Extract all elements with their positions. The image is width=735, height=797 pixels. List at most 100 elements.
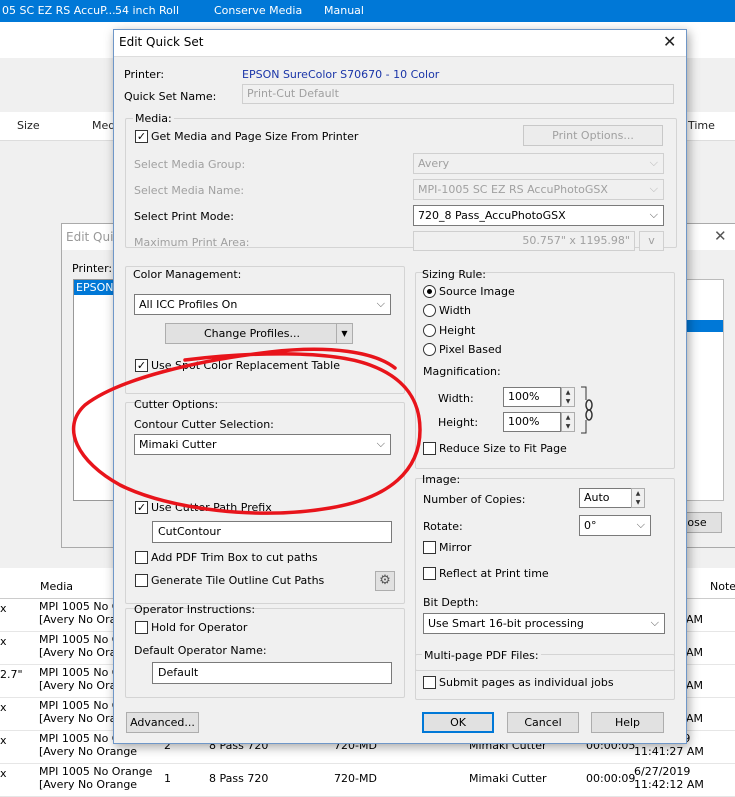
profiles-select[interactable]: All ICC Profiles On ⌵ bbox=[134, 294, 391, 315]
cancel-button[interactable]: Cancel bbox=[507, 712, 579, 733]
print-mode-value: 720_8 Pass_AccuPhotoGSX bbox=[418, 209, 566, 222]
get-media-label: Get Media and Page Size From Printer bbox=[151, 130, 359, 143]
copies-label: Number of Copies: bbox=[423, 493, 526, 506]
bg-conserve-cell: Conserve Media bbox=[214, 4, 303, 17]
row-date-cell: 6/27/2019 bbox=[634, 765, 691, 778]
media-name-select[interactable]: MPI-1005 SC EZ RS AccuPhotoGSX ⌵ bbox=[413, 179, 664, 200]
rotate-select[interactable]: 0° ⌵ bbox=[579, 515, 651, 536]
print-options-button[interactable]: Print Options... bbox=[523, 125, 663, 146]
row-size-cell: 2.7" bbox=[0, 668, 23, 681]
chevron-down-icon: ⌵ bbox=[649, 156, 658, 169]
mag-width-label: Width: bbox=[438, 392, 474, 405]
contour-cutter-value: Mimaki Cutter bbox=[139, 438, 217, 451]
col-time[interactable]: Time bbox=[688, 119, 715, 132]
mag-height-field[interactable]: 100% bbox=[503, 412, 561, 432]
background-close-icon[interactable]: ✕ bbox=[714, 227, 727, 245]
chevron-down-icon: ⌵ bbox=[376, 297, 385, 310]
background-close-button-label: ose bbox=[687, 516, 707, 529]
background-printer-list[interactable]: EPSON bbox=[73, 279, 117, 501]
chevron-down-icon: ⌵ bbox=[649, 182, 658, 195]
media-name-label: Select Media Name: bbox=[134, 184, 245, 197]
gear-icon[interactable]: ⚙ bbox=[375, 571, 395, 591]
col-notes[interactable]: Note bbox=[710, 580, 735, 593]
cutter-prefix-label: Use Cutter Path Prefix bbox=[151, 501, 272, 514]
sizing-source-radio[interactable] bbox=[423, 285, 436, 298]
cutter-options-title: Cutter Options: bbox=[134, 398, 219, 411]
row-time-cell: 11:42:12 AM bbox=[634, 778, 704, 791]
cutter-prefix-checkbox[interactable]: ✓ bbox=[135, 501, 148, 514]
col-media[interactable]: Media bbox=[40, 580, 73, 593]
copies-spinner[interactable]: ▲ ▼ bbox=[631, 488, 645, 508]
bitdepth-label: Bit Depth: bbox=[423, 596, 479, 609]
contour-cutter-select[interactable]: Mimaki Cutter ⌵ bbox=[134, 434, 391, 455]
profiles-value: All ICC Profiles On bbox=[139, 298, 238, 311]
print-mode-select[interactable]: 720_8 Pass_AccuPhotoGSX ⌵ bbox=[413, 205, 664, 226]
rotate-value: 0° bbox=[584, 519, 597, 532]
bg-manual-cell: Manual bbox=[324, 4, 364, 17]
media-group-select[interactable]: Avery ⌵ bbox=[413, 153, 664, 174]
change-profiles-dropdown-icon[interactable]: ▼ bbox=[336, 323, 353, 344]
background-printer-label: Printer: bbox=[72, 262, 113, 275]
row-mode2-cell: 720-MD bbox=[334, 772, 377, 785]
background-selected-row[interactable]: 05 SC EZ RS AccuP... 54 inch Roll Conser… bbox=[0, 0, 735, 22]
change-profiles-button[interactable]: Change Profiles... bbox=[165, 323, 339, 344]
background-dialog-title: Edit Quic bbox=[66, 230, 121, 244]
mirror-checkbox[interactable] bbox=[423, 541, 436, 554]
mag-height-spinner[interactable]: ▲ ▼ bbox=[561, 412, 575, 432]
mag-width-spinner[interactable]: ▲ ▼ bbox=[561, 387, 575, 407]
row-size-cell: x bbox=[0, 635, 7, 648]
max-area-label: Maximum Print Area: bbox=[134, 236, 250, 249]
reduce-size-checkbox[interactable] bbox=[423, 442, 436, 455]
quickset-name-field[interactable]: Print-Cut Default bbox=[242, 84, 674, 104]
col-med[interactable]: Med bbox=[92, 119, 115, 132]
row-media-sub-cell: [Avery No Oran bbox=[39, 712, 124, 725]
operator-name-field[interactable]: Default bbox=[152, 662, 392, 684]
media-group-select-label: Select Media Group: bbox=[134, 158, 246, 171]
sizing-pixel-radio[interactable] bbox=[423, 343, 436, 356]
get-media-checkbox[interactable]: ✓ bbox=[135, 130, 148, 143]
link-chain-icon[interactable] bbox=[580, 386, 594, 434]
cutter-prefix-field[interactable]: CutContour bbox=[152, 521, 392, 543]
chevron-down-icon: ⌵ bbox=[650, 616, 659, 629]
hold-operator-checkbox[interactable] bbox=[135, 621, 148, 634]
row-time-cell: AM bbox=[686, 712, 704, 725]
image-group-title: Image: bbox=[422, 473, 461, 486]
row-cutter-cell: Mimaki Cutter bbox=[469, 772, 547, 785]
row-size-cell: x bbox=[0, 701, 7, 714]
row-size-cell: x bbox=[0, 602, 7, 615]
trim-box-checkbox[interactable] bbox=[135, 551, 148, 564]
spot-color-checkbox[interactable]: ✓ bbox=[135, 359, 148, 372]
row-size-cell: x bbox=[0, 767, 7, 780]
sizing-width-radio[interactable] bbox=[423, 304, 436, 317]
reflect-checkbox[interactable] bbox=[423, 567, 436, 580]
multipage-title: Multi-page PDF Files: bbox=[422, 649, 541, 662]
bitdepth-value: Use Smart 16-bit processing bbox=[428, 617, 584, 630]
advanced-button[interactable]: Advanced... bbox=[126, 712, 199, 733]
row-media-sub-cell: [Avery No Oran bbox=[39, 646, 124, 659]
chevron-down-icon: ⌵ bbox=[376, 437, 385, 450]
background-printer-item[interactable]: EPSON bbox=[74, 280, 116, 295]
close-icon[interactable]: ✕ bbox=[663, 32, 676, 51]
hold-operator-label: Hold for Operator bbox=[151, 621, 248, 634]
spot-color-label: Use Spot Color Replacement Table bbox=[151, 359, 340, 372]
chevron-down-icon: ⌵ bbox=[649, 208, 658, 221]
mirror-label: Mirror bbox=[439, 541, 472, 554]
table-row[interactable]: x MPI 1005 No Orange [Avery No Orange 1 8 Pa… bbox=[0, 763, 735, 797]
col-size[interactable]: Size bbox=[17, 119, 40, 132]
ok-button[interactable]: OK bbox=[422, 712, 494, 733]
copies-field[interactable]: Auto bbox=[579, 488, 632, 508]
edit-quick-set-dialog: Edit Quick Set ✕ Printer: EPSON SureColo… bbox=[113, 29, 687, 744]
contour-cutter-label: Contour Cutter Selection: bbox=[134, 418, 274, 431]
units-select[interactable]: v bbox=[639, 231, 664, 251]
help-button[interactable]: Help bbox=[591, 712, 664, 733]
sizing-height-label: Height bbox=[439, 324, 476, 337]
bitdepth-select[interactable]: Use Smart 16-bit processing ⌵ bbox=[423, 613, 665, 634]
tile-outline-checkbox[interactable] bbox=[135, 574, 148, 587]
operator-name-label: Default Operator Name: bbox=[134, 644, 267, 657]
submit-pages-checkbox[interactable] bbox=[423, 676, 436, 689]
sizing-height-radio[interactable] bbox=[423, 324, 436, 337]
tile-outline-label: Generate Tile Outline Cut Paths bbox=[151, 574, 325, 587]
row-media-sub-cell: [Avery No Oran bbox=[39, 613, 124, 626]
mag-width-field[interactable]: 100% bbox=[503, 387, 561, 407]
mag-height-label: Height: bbox=[438, 416, 479, 429]
